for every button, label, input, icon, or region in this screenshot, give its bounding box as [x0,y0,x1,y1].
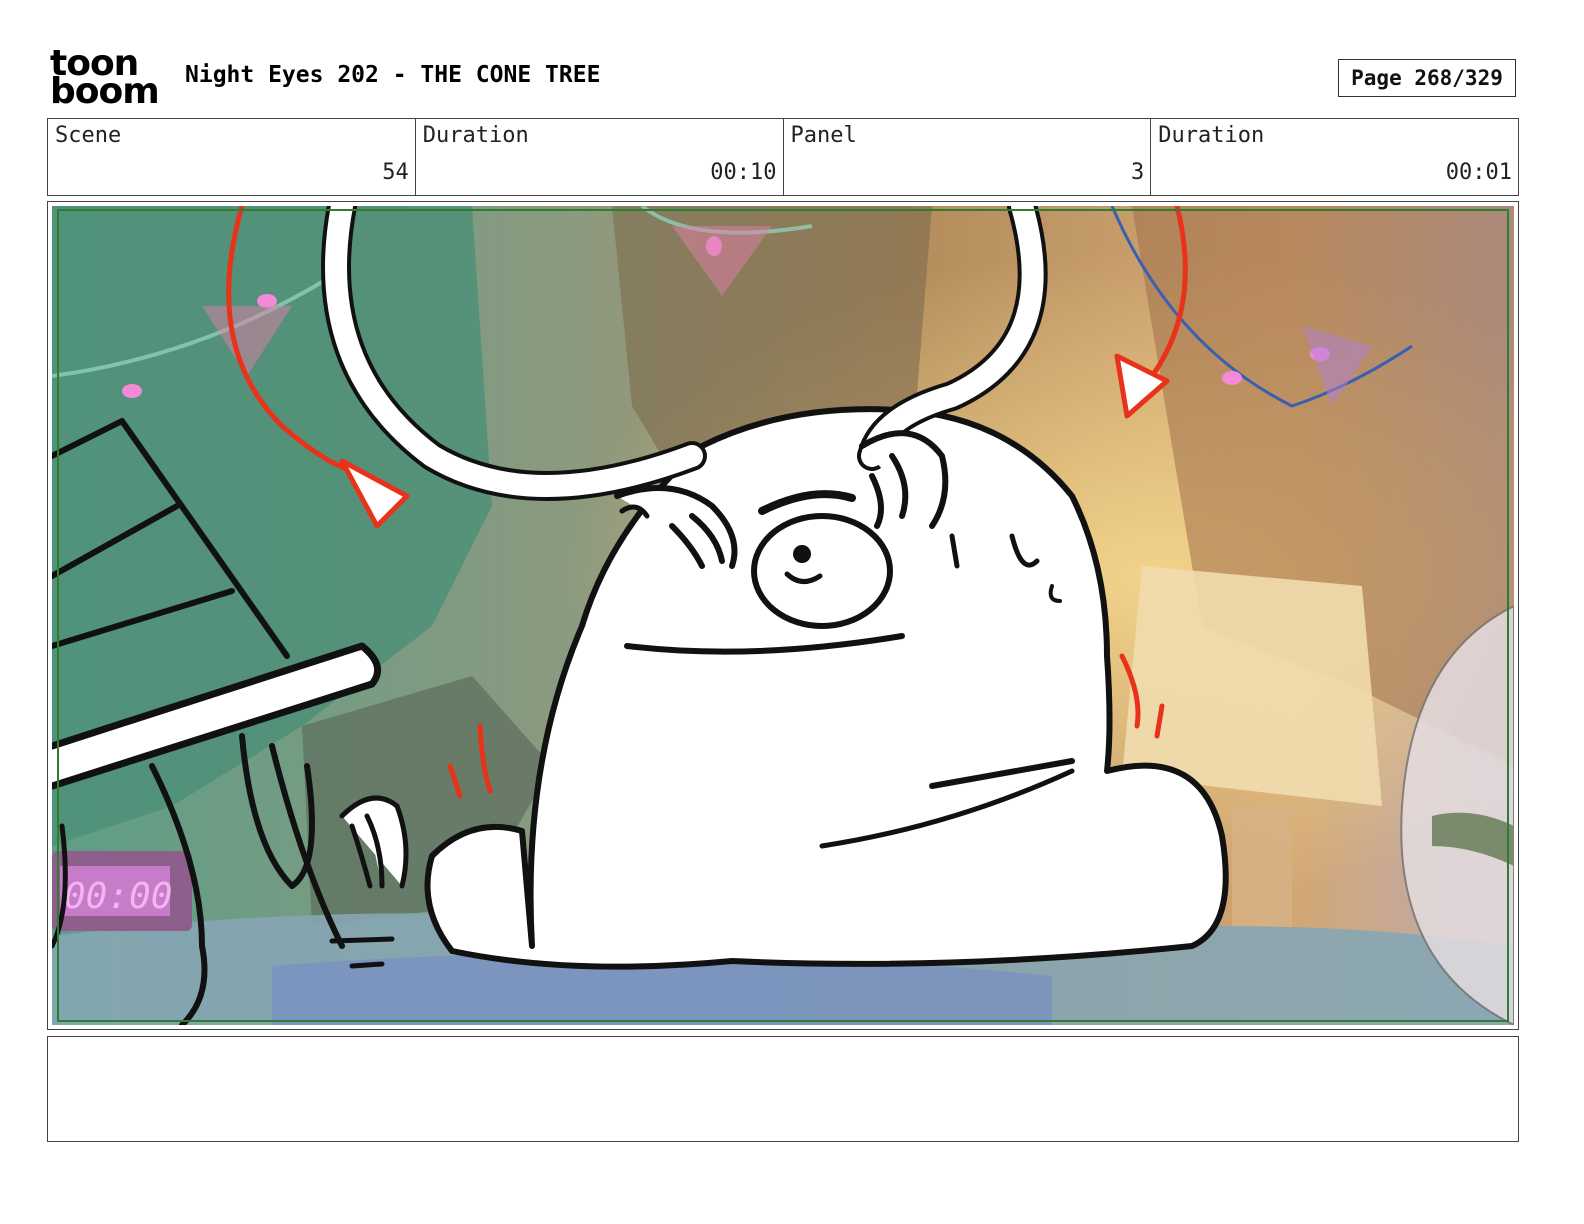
info-strip: Scene 54 Duration 00:10 Panel 3 Duration… [47,118,1519,196]
logo-line-2: boom [50,71,160,112]
scene-duration-cell: Duration 00:10 [416,119,784,195]
storyboard-panel-image: 00:00 [52,206,1514,1025]
document-title: Night Eyes 202 - THE CONE TREE [185,62,601,88]
toon-boom-logo: toon boom [50,46,165,112]
scene-duration-value: 00:10 [710,160,777,185]
panel-notes-box [47,1036,1519,1142]
scene-duration-label: Duration [422,123,529,148]
panel-value: 3 [1131,160,1145,185]
panel-label: Panel [790,123,857,148]
panel-cell: Panel 3 [784,119,1152,195]
scene-value: 54 [382,160,409,185]
panel-duration-cell: Duration 00:01 [1151,119,1518,195]
panel-duration-value: 00:01 [1445,160,1512,185]
scene-cell: Scene 54 [48,119,416,195]
clock-text: 00:00 [64,876,172,917]
alarm-clock: 00:00 [52,851,192,931]
page-number: Page 268/329 [1338,59,1516,97]
panel-duration-label: Duration [1158,123,1265,148]
scene-label: Scene [55,123,122,148]
